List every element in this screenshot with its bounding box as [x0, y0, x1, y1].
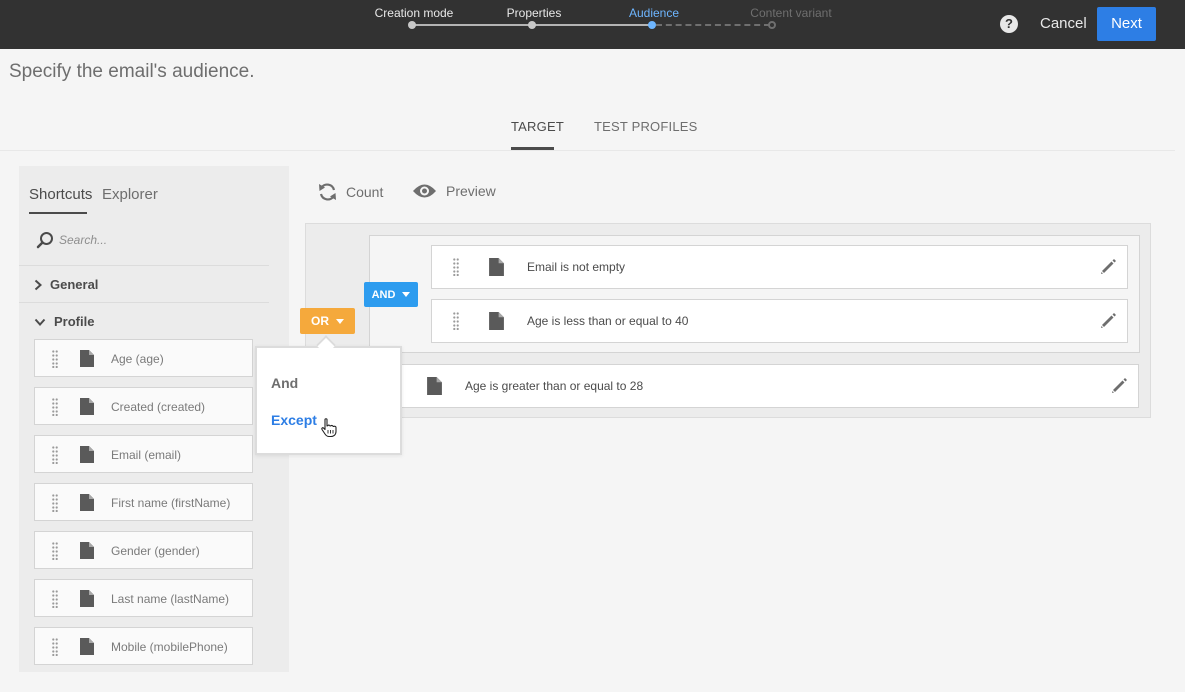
field-label: Age (age) — [111, 352, 164, 366]
document-icon — [80, 542, 94, 559]
tab-explorer[interactable]: Explorer — [102, 186, 158, 203]
field-label: Gender (gender) — [111, 544, 200, 558]
edit-icon[interactable] — [1099, 258, 1117, 276]
condition-age-gte-28[interactable]: Age is greater than or equal to 28 — [369, 364, 1139, 408]
cancel-button[interactable]: Cancel — [1040, 15, 1087, 32]
section-label: Profile — [54, 314, 95, 329]
field-gender[interactable]: Gender (gender) — [34, 531, 253, 569]
document-icon — [80, 398, 94, 415]
section-label: General — [50, 277, 99, 292]
active-panel-tab-indicator — [29, 212, 87, 214]
operator-menu: And Except — [255, 346, 402, 455]
drag-handle-icon — [52, 590, 58, 608]
menu-item-and[interactable]: And — [271, 375, 298, 391]
edit-icon[interactable] — [1110, 377, 1128, 395]
drag-handle-icon — [52, 350, 58, 368]
caret-down-icon — [402, 292, 411, 297]
count-button[interactable]: Count — [318, 183, 383, 201]
condition-label: Age is less than or equal to 40 — [527, 314, 689, 328]
document-icon — [80, 638, 94, 655]
field-label: Mobile (mobilePhone) — [111, 640, 228, 654]
refresh-icon — [319, 183, 336, 201]
document-icon — [80, 446, 94, 463]
and-operator-label: AND — [371, 288, 396, 301]
field-first-name[interactable]: First name (firstName) — [34, 483, 253, 521]
condition-email-not-empty[interactable]: Email is not empty — [431, 245, 1128, 289]
field-label: Last name (lastName) — [111, 592, 230, 606]
drag-handle-icon — [52, 542, 58, 560]
drag-handle-icon — [52, 398, 58, 416]
drag-handle-icon — [52, 494, 58, 512]
field-label: Created (created) — [111, 400, 206, 414]
tab-target[interactable]: TARGET — [511, 119, 564, 134]
divider — [0, 150, 1175, 151]
preview-button[interactable]: Preview — [412, 183, 496, 199]
step-properties[interactable]: Properties — [507, 6, 562, 20]
step-creation-mode[interactable]: Creation mode — [375, 6, 454, 20]
search-input[interactable] — [59, 230, 259, 250]
menu-item-except[interactable]: Except — [271, 412, 317, 428]
or-operator-label: OR — [311, 314, 329, 328]
field-mobile-phone[interactable]: Mobile (mobilePhone) — [34, 627, 253, 665]
step-dot-future — [768, 21, 776, 29]
drag-handle-icon — [52, 638, 58, 656]
document-icon — [489, 258, 504, 276]
drag-handle-icon — [453, 258, 459, 276]
next-button[interactable]: Next — [1097, 7, 1156, 41]
drag-handle-icon — [453, 312, 459, 330]
caret-down-icon — [336, 318, 344, 324]
wizard-header: Creation mode Properties Audience Conten… — [0, 0, 1185, 49]
document-icon — [489, 312, 504, 330]
document-icon — [80, 494, 94, 511]
document-icon — [80, 590, 94, 607]
page-title: Specify the email's audience. — [9, 61, 255, 82]
field-email[interactable]: Email (email) — [34, 435, 253, 473]
tab-test-profiles[interactable]: TEST PROFILES — [594, 119, 698, 134]
search-icon — [36, 232, 53, 249]
drag-handle-icon — [52, 446, 58, 464]
field-label: First name (firstName) — [111, 496, 231, 510]
condition-label: Age is greater than or equal to 28 — [465, 379, 644, 393]
document-icon — [80, 350, 94, 367]
eye-icon — [413, 184, 436, 198]
step-content-variant: Content variant — [750, 6, 832, 20]
hand-cursor-icon — [321, 418, 337, 438]
or-operator-button[interactable]: OR — [300, 308, 355, 334]
field-last-name[interactable]: Last name (lastName) — [34, 579, 253, 617]
section-profile[interactable]: Profile — [34, 314, 94, 329]
step-audience[interactable]: Audience — [629, 6, 679, 20]
section-general[interactable]: General — [34, 277, 98, 292]
edit-icon[interactable] — [1099, 312, 1117, 330]
document-icon — [427, 377, 442, 395]
condition-age-lte-40[interactable]: Age is less than or equal to 40 — [431, 299, 1128, 343]
count-label: Count — [346, 184, 384, 200]
tab-shortcuts[interactable]: Shortcuts — [29, 186, 92, 203]
divider — [19, 302, 269, 303]
step-dot — [408, 21, 416, 29]
and-operator-button[interactable]: AND — [364, 282, 418, 307]
step-dot-active — [648, 21, 656, 29]
field-label: Email (email) — [111, 448, 182, 462]
field-created[interactable]: Created (created) — [34, 387, 253, 425]
progress-track-remaining — [656, 24, 770, 26]
field-palette: Shortcuts Explorer General Profile Age (… — [19, 166, 289, 672]
field-age[interactable]: Age (age) — [34, 339, 253, 377]
chevron-right-icon — [34, 279, 42, 290]
condition-label: Email is not empty — [527, 260, 626, 274]
chevron-down-icon — [34, 318, 46, 326]
preview-label: Preview — [446, 183, 496, 199]
divider — [19, 265, 269, 266]
step-dot — [528, 21, 536, 29]
help-icon[interactable]: ? — [1000, 15, 1018, 33]
